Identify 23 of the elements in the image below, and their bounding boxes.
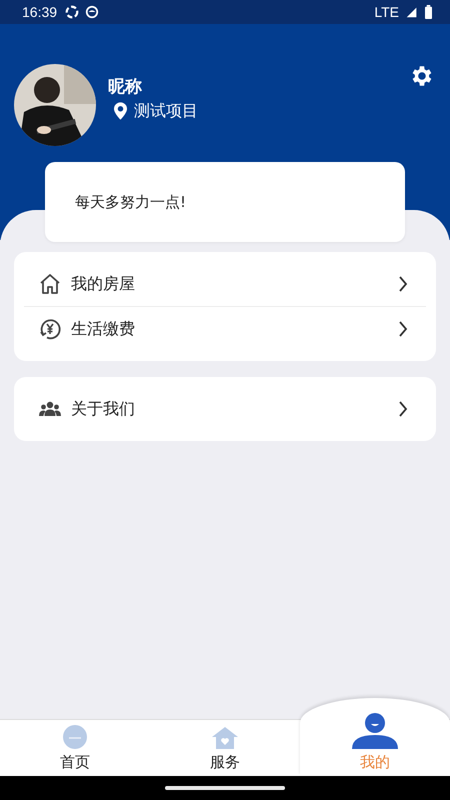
- house-icon: [38, 272, 62, 296]
- project-name: 测试项目: [134, 101, 198, 121]
- logo-icon: [63, 725, 87, 749]
- location-pin-icon: [114, 102, 127, 120]
- chevron-right-icon: [398, 321, 408, 337]
- menu-item[interactable]: 生活缴费: [24, 307, 426, 351]
- yen-coin-icon: [38, 317, 62, 341]
- chevron-right-icon: [398, 276, 408, 292]
- signal-icon: [405, 5, 419, 19]
- person-icon: [352, 713, 398, 749]
- network-type: LTE: [374, 4, 399, 20]
- clock-time: 16:39: [22, 4, 58, 20]
- chevron-right-icon: [398, 401, 408, 417]
- app-notification-icon: [85, 5, 100, 19]
- nav-tab[interactable]: 首页: [0, 720, 150, 776]
- nav-tab[interactable]: 服务: [150, 720, 300, 776]
- sync-icon: [65, 5, 80, 19]
- house-icon: [212, 727, 238, 749]
- menu-item[interactable]: 关于我们: [24, 387, 426, 431]
- battery-icon: [425, 5, 432, 19]
- menu-item[interactable]: 我的房屋: [24, 262, 426, 306]
- motto-text: 每天多努力一点!: [75, 192, 186, 212]
- nickname: 昵称: [108, 76, 143, 98]
